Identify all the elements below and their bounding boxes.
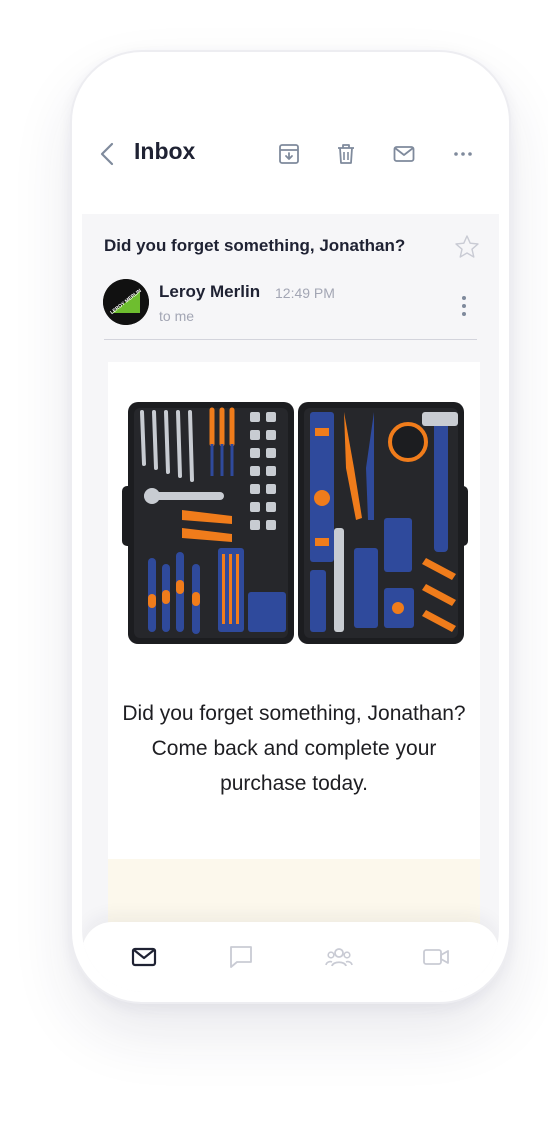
more-vertical-icon[interactable] [459, 294, 469, 318]
divider [104, 339, 477, 340]
envelope-icon[interactable] [392, 142, 416, 166]
star-outline-icon[interactable] [454, 234, 480, 260]
phone-frame: Inbox Did you forget something, Jonathan… [70, 50, 511, 1004]
more-horizontal-icon[interactable] [451, 142, 475, 166]
inbox-title: Inbox [134, 138, 196, 164]
sender-name[interactable]: Leroy Merlin [159, 282, 260, 302]
phone-screen: Inbox Did you forget something, Jonathan… [82, 62, 499, 992]
bottom-navigation [82, 922, 499, 992]
chevron-left-icon[interactable] [98, 142, 118, 166]
message-view: Did you forget something, Jonathan? LERO… [82, 214, 499, 992]
recipient-label[interactable]: to me [159, 308, 194, 324]
chat-icon[interactable] [227, 944, 255, 970]
inbox-header: Inbox [82, 132, 499, 176]
email-message-text: Did you forget something, Jonathan? Come… [122, 702, 466, 795]
contacts-icon[interactable] [325, 944, 353, 970]
mail-icon[interactable] [130, 944, 158, 970]
toolbox-image[interactable] [122, 398, 468, 648]
email-body: Did you forget something, Jonathan? Come… [108, 362, 480, 992]
video-icon[interactable] [422, 944, 450, 970]
email-subject: Did you forget something, Jonathan? [104, 236, 406, 255]
trash-icon[interactable] [334, 142, 358, 166]
avatar[interactable]: LEROY MERLIN [103, 279, 149, 325]
leroy-merlin-logo: LEROY MERLIN [103, 279, 149, 325]
archive-download-icon[interactable] [277, 142, 301, 166]
message-time: 12:49 PM [275, 285, 335, 301]
